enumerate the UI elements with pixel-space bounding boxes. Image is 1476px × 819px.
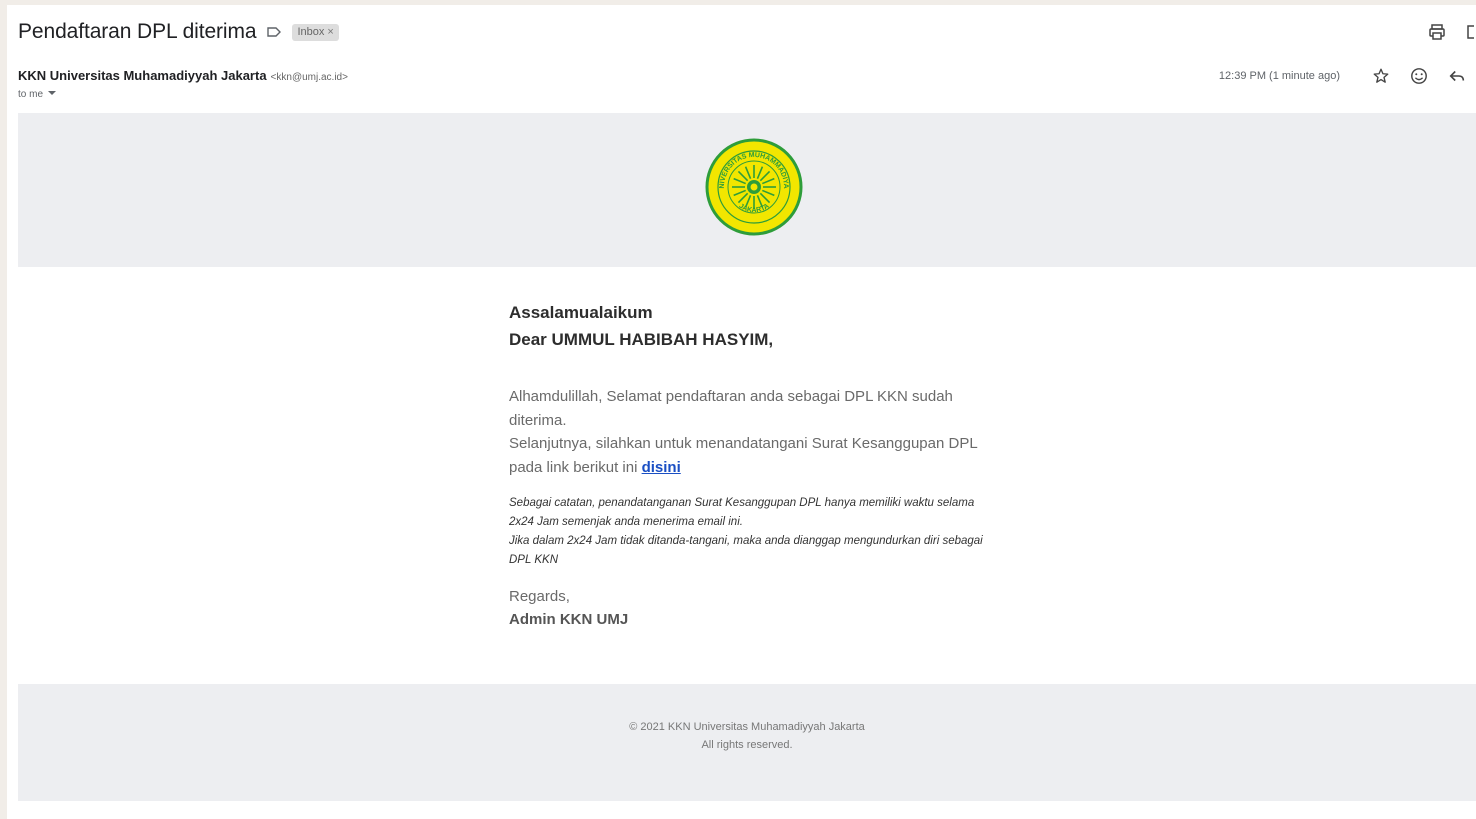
sender-row: KKN Universitas Muhamadiyyah Jakarta <kk…	[18, 68, 348, 83]
star-icon[interactable]	[1370, 65, 1392, 87]
closing: Regards,	[509, 588, 570, 605]
body-paragraph: Alhamdulillah, Selamat pendaftaran anda …	[509, 385, 1004, 479]
email-footer: © 2021 KKN Universitas Muhamadiyyah Jaka…	[18, 684, 1476, 801]
sender-email: <kkn@umj.ac.id>	[270, 72, 348, 83]
message-actions: 12:39 PM (1 minute ago)	[1219, 65, 1468, 87]
inbox-label-chip[interactable]: Inbox ×	[292, 23, 339, 41]
label-outline-icon[interactable]	[266, 24, 282, 40]
signing-link[interactable]: disini	[642, 459, 681, 476]
top-toolbar	[1426, 21, 1476, 43]
emoji-reaction-icon[interactable]	[1408, 65, 1430, 87]
footer-copyright: © 2021 KKN Universitas Muhamadiyyah Jaka…	[629, 721, 865, 733]
subject-row: Pendaftaran DPL diterima Inbox ×	[18, 19, 339, 45]
note-paragraph: Sebagai catatan, penandatanganan Surat K…	[509, 494, 999, 570]
remove-label-button[interactable]: ×	[327, 26, 333, 38]
footer-rights: All rights reserved.	[701, 739, 793, 751]
recipient-salutation: Dear UMMUL HABIBAH HASYIM,	[509, 330, 774, 349]
greeting: Assalamualaikum	[509, 303, 653, 322]
body-line-1: Alhamdulillah, Selamat pendaftaran anda …	[509, 388, 953, 429]
sender-name[interactable]: KKN Universitas Muhamadiyyah Jakarta	[18, 68, 267, 83]
email-header-banner: UNIVERSITAS MUHAMMADIYAH JAKARTA	[18, 113, 1476, 267]
open-in-new-icon[interactable]	[1466, 21, 1476, 43]
note-line-1: Sebagai catatan, penandatanganan Surat K…	[509, 497, 975, 528]
note-line-2: Jika dalam 2x24 Jam tidak ditanda-tangan…	[509, 535, 983, 566]
to-line: to me	[18, 89, 44, 100]
body-line-2: Selanjutnya, silahkan untuk menandatanga…	[509, 435, 978, 476]
recipients-row[interactable]: to me	[18, 89, 57, 100]
chevron-down-icon[interactable]	[47, 89, 57, 100]
timestamp: 12:39 PM (1 minute ago)	[1218, 70, 1340, 82]
print-icon[interactable]	[1426, 21, 1448, 43]
signature: Admin KKN UMJ	[509, 611, 629, 628]
inbox-label-text: Inbox	[297, 25, 325, 38]
reply-icon[interactable]	[1446, 65, 1468, 87]
email-view: Pendaftaran DPL diterima Inbox × KKN Univ…	[7, 5, 1476, 819]
email-body: Assalamualaikum Dear UMMUL HABIBAH HASYI…	[509, 302, 1009, 631]
university-seal-logo: UNIVERSITAS MUHAMMADIYAH JAKARTA	[704, 137, 803, 236]
email-subject: Pendaftaran DPL diterima	[18, 20, 257, 43]
